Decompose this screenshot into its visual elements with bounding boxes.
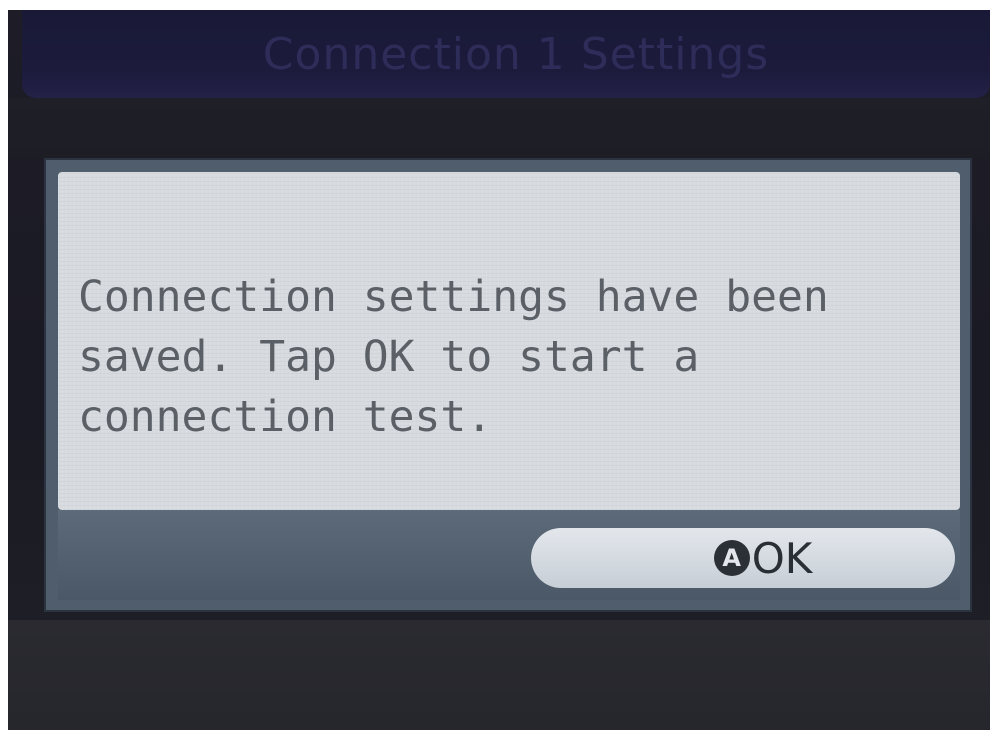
background-strip: [8, 98, 990, 158]
ok-button[interactable]: A OK: [531, 528, 955, 588]
dialog-button-row: A OK: [58, 510, 960, 600]
screen-title: Connection 1 Settings: [262, 28, 770, 80]
device-screen: Connection 1 Settings Connection setting…: [8, 10, 990, 730]
dialog-message: Connection settings have been saved. Tap…: [78, 272, 829, 442]
title-bar: Connection 1 Settings: [22, 10, 990, 98]
ok-button-label: OK: [751, 533, 813, 583]
a-button-icon: A: [713, 540, 750, 576]
message-dialog: Connection settings have been saved. Tap…: [46, 160, 970, 610]
bottom-area: [8, 620, 990, 730]
message-panel: Connection settings have been saved. Tap…: [58, 172, 960, 510]
